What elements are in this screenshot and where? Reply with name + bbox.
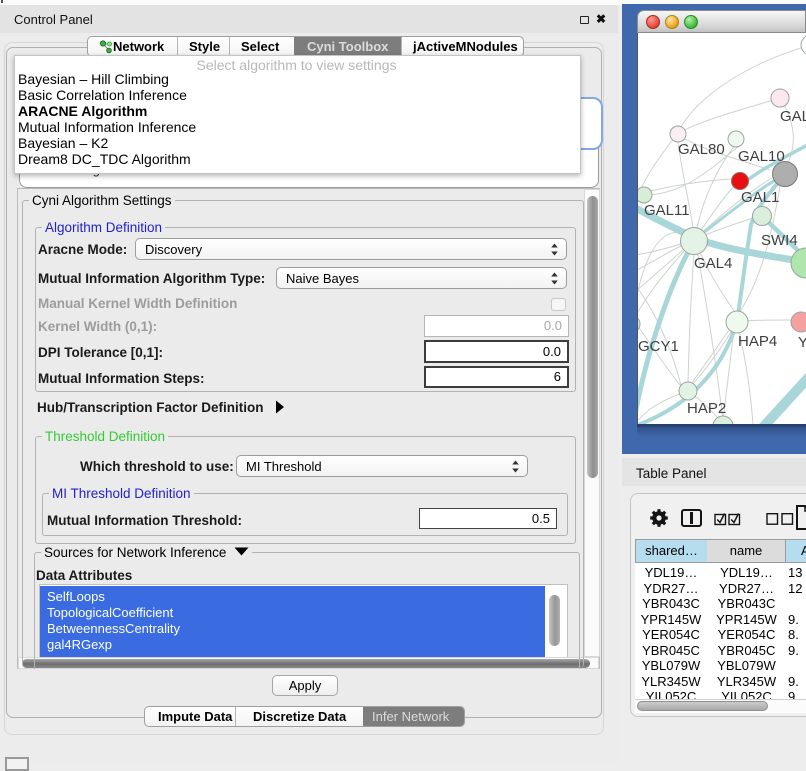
svg-text:HAP4: HAP4 bbox=[738, 333, 777, 350]
svg-text:GAL11: GAL11 bbox=[644, 202, 690, 219]
svg-text:GAL80: GAL80 bbox=[678, 141, 725, 158]
svg-text:GAL: GAL bbox=[780, 108, 806, 125]
svg-text:Y: Y bbox=[798, 334, 806, 351]
svg-text:GAL4: GAL4 bbox=[694, 255, 732, 272]
svg-text:GAL10: GAL10 bbox=[738, 148, 785, 165]
svg-text:HAP2: HAP2 bbox=[687, 400, 726, 417]
svg-text:GCY1: GCY1 bbox=[638, 338, 679, 355]
svg-text:SWI4: SWI4 bbox=[761, 232, 798, 249]
svg-text:GAL1: GAL1 bbox=[741, 189, 779, 206]
